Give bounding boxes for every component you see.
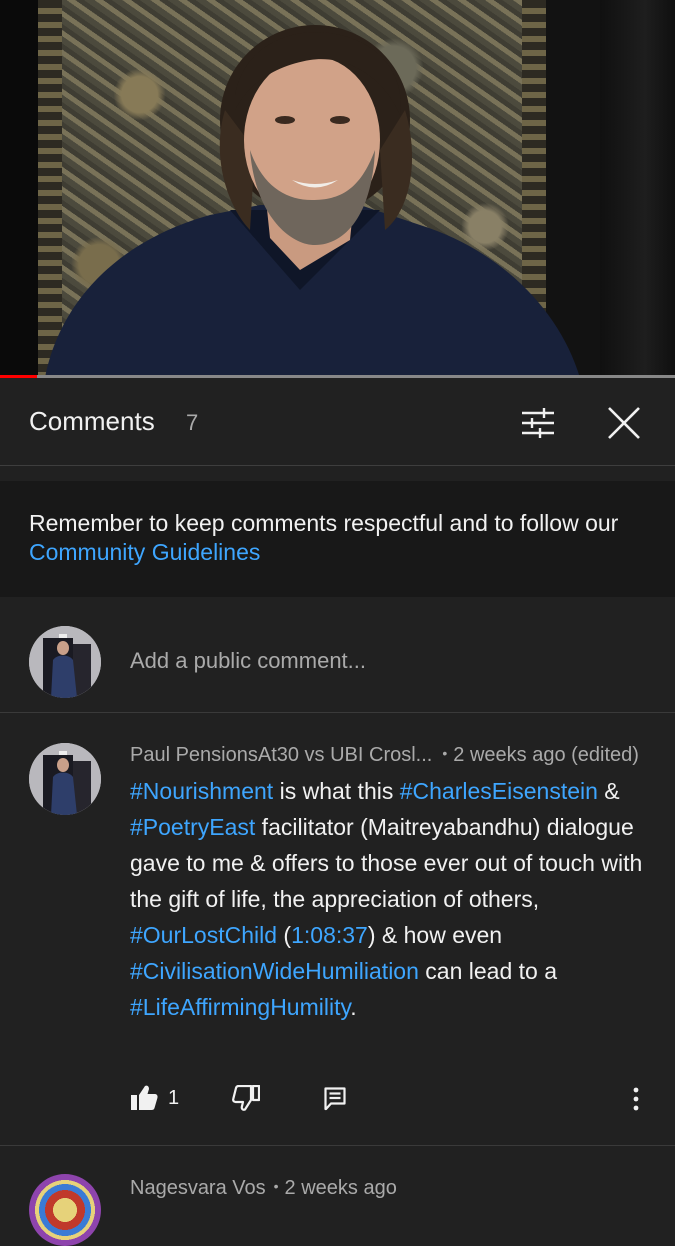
hashtag-link[interactable]: #Nourishment [130,778,273,804]
thumbs-up-icon [131,1085,158,1110]
comment-text-segment: . [350,994,357,1020]
like-button[interactable]: 1 [130,1085,179,1111]
comment-actions: 1 [0,1083,675,1123]
comment-text-segment: ( [277,922,292,948]
sort-filter-button[interactable] [512,397,564,449]
comment-item: Paul PensionsAt30 vs UBI Crosl... • 2 week… [0,713,675,1146]
community-guidelines-link[interactable]: Community Guidelines [29,539,260,565]
video-progress-track[interactable] [0,375,675,378]
comment-author[interactable]: Nagesvara Vos [130,1177,266,1199]
more-options-button[interactable] [632,1087,640,1111]
comment-text-segment: ) & how even [367,922,503,948]
avatar[interactable] [29,743,101,815]
avatar [29,626,101,698]
comment-item: Nagesvara Vos • 2 weeks ago [0,1146,675,1246]
video-person [45,25,580,378]
video-progress-fill [0,375,38,378]
video-player[interactable] [0,0,675,378]
comment-meta: Paul PensionsAt30 vs UBI Crosl... • 2 week… [130,744,639,767]
close-comments-button[interactable] [598,397,650,449]
hashtag-link[interactable]: #OurLostChild [130,922,277,948]
comment-text: #Nourishment is what this #CharlesEisens… [130,773,650,1025]
avatar[interactable] [29,1174,101,1246]
comments-title: Comments [29,406,155,436]
more-vert-icon [633,1087,639,1111]
comment-meta: Nagesvara Vos • 2 weeks ago [130,1177,397,1200]
thumbs-down-icon [232,1085,260,1111]
add-comment-row[interactable]: Add a public comment... [0,612,675,713]
like-count: 1 [168,1086,180,1109]
comment-time: 2 weeks ago (edited) [453,744,639,766]
hashtag-link[interactable]: #CivilisationWideHumiliation [130,958,419,984]
comments-count: 7 [186,410,199,435]
comment-text-segment: & [597,778,620,804]
comment-text-segment: is what this [273,778,400,804]
dislike-button[interactable] [232,1085,260,1111]
reply-button[interactable] [324,1087,346,1111]
add-comment-input[interactable]: Add a public comment... [130,648,366,674]
hashtag-link[interactable]: #CharlesEisenstein [400,778,598,804]
close-icon [608,407,640,439]
meta-separator: • [442,745,448,761]
timestamp-link[interactable]: 1:08:37 [291,922,368,948]
comments-header: Comments 7 [0,379,675,466]
comment-author[interactable]: Paul PensionsAt30 vs UBI Crosl... [130,744,432,766]
notice-text: Remember to keep comments respectful and… [29,509,649,567]
filter-icon [522,408,554,438]
notice-message: Remember to keep comments respectful and… [29,510,619,536]
meta-separator: • [273,1178,279,1194]
user-avatar-image [29,626,101,698]
comment-time: 2 weeks ago [284,1177,397,1199]
hashtag-link[interactable]: #LifeAffirmingHumility [130,994,350,1020]
hashtag-link[interactable]: #PoetryEast [130,814,255,840]
comment-text-segment: can lead to a [418,958,557,984]
community-guidelines-notice: Remember to keep comments respectful and… [0,481,675,597]
commenter-avatar-image [29,743,101,815]
reply-icon [324,1087,346,1111]
